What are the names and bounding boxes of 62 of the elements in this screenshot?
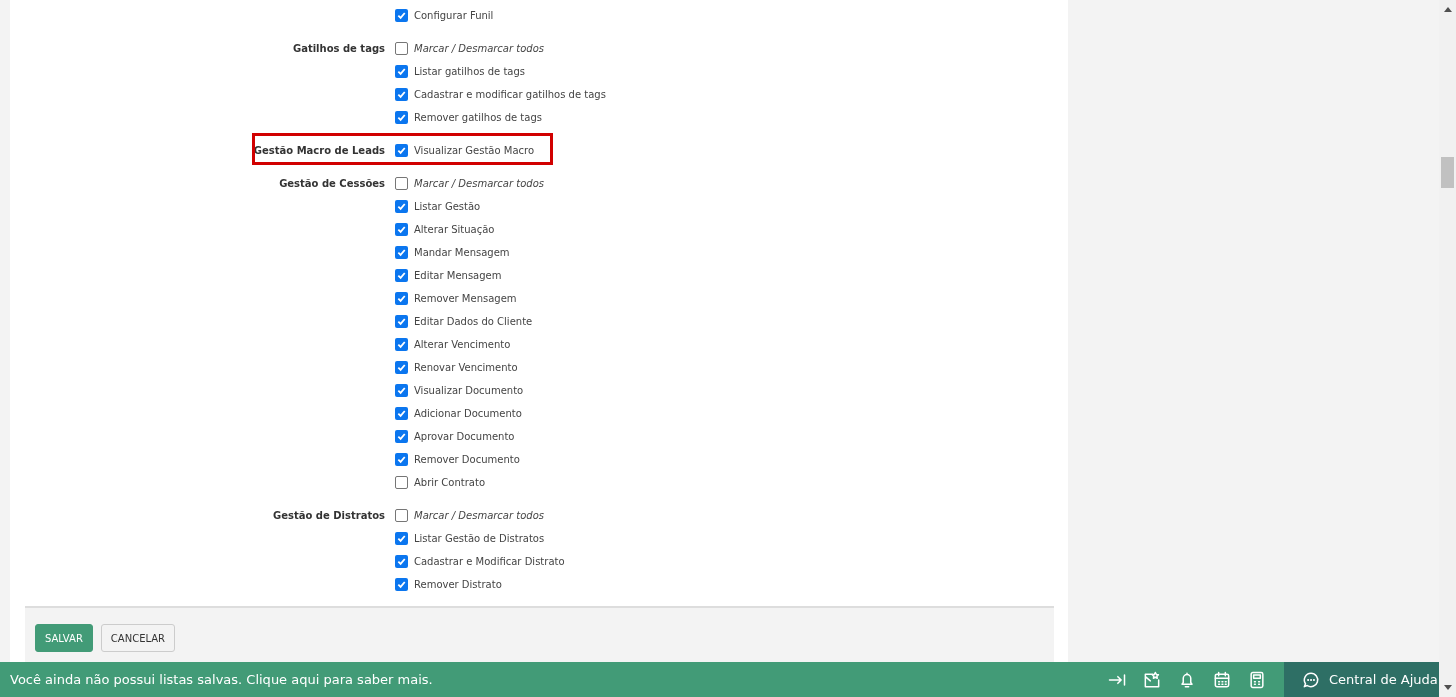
permission-label: Abrir Contrato: [414, 477, 485, 488]
permission-label: Remover Documento: [414, 454, 520, 465]
permission-label: Editar Mensagem: [414, 270, 502, 281]
checkbox[interactable]: [395, 269, 408, 282]
checkbox[interactable]: [395, 144, 408, 157]
permission-label: Configurar Funil: [414, 10, 494, 21]
checkbox[interactable]: [395, 111, 408, 124]
group-label: Gestão de Distratos: [273, 510, 385, 521]
permission-label: Visualizar Gestão Macro: [414, 145, 535, 156]
permission-label: Remover gatilhos de tags: [414, 112, 542, 123]
permission-label: Visualizar Documento: [414, 385, 524, 396]
permission-label: Adicionar Documento: [414, 408, 522, 419]
checkbox[interactable]: [395, 509, 408, 522]
checkbox[interactable]: [395, 292, 408, 305]
mail-star-icon[interactable]: [1142, 669, 1162, 690]
cancel-button[interactable]: CANCELAR: [100, 624, 176, 652]
checkbox[interactable]: [395, 453, 408, 466]
permission-label: Alterar Vencimento: [414, 339, 511, 350]
checkbox[interactable]: [395, 42, 408, 55]
scroll-down-icon[interactable]: [1443, 685, 1452, 690]
permission-label: Remover Mensagem: [414, 293, 517, 304]
permission-label: Remover Distrato: [414, 579, 502, 590]
toggle-all-label: Marcar / Desmarcar todos: [414, 43, 544, 54]
group-label: Gatilhos de tags: [292, 43, 385, 54]
permission-label: Editar Dados do Cliente: [414, 316, 533, 327]
checkbox[interactable]: [395, 338, 408, 351]
checkbox[interactable]: [395, 476, 408, 489]
permission-label: Listar Gestão de Distratos: [414, 533, 545, 544]
permission-label: Alterar Situação: [414, 224, 495, 235]
checkbox[interactable]: [395, 407, 408, 420]
checkbox[interactable]: [395, 246, 408, 259]
scroll-up-icon[interactable]: [1443, 7, 1452, 12]
scroll-thumb[interactable]: [1441, 157, 1454, 188]
checkbox[interactable]: [395, 88, 408, 101]
permission-label: Mandar Mensagem: [414, 247, 510, 258]
checkbox[interactable]: [395, 177, 408, 190]
toggle-all-label: Marcar / Desmarcar todos: [414, 510, 544, 521]
group-label: Gestão Macro de Leads: [253, 145, 385, 156]
help-center-button[interactable]: Central de Ajuda: [1284, 662, 1439, 697]
permission-label: Cadastrar e Modificar Distrato: [414, 556, 565, 567]
checkbox[interactable]: [395, 315, 408, 328]
checkbox[interactable]: [395, 200, 408, 213]
permission-label: Aprovar Documento: [414, 431, 515, 442]
calculator-icon[interactable]: [1247, 669, 1267, 690]
permission-label: Renovar Vencimento: [414, 362, 518, 373]
checkbox[interactable]: [395, 223, 408, 236]
toggle-all-label: Marcar / Desmarcar todos: [414, 178, 544, 189]
group-label: Gestão de Cessões: [279, 178, 385, 189]
checkbox[interactable]: [395, 65, 408, 78]
permission-label: Listar gatilhos de tags: [414, 66, 525, 77]
saved-lists-message[interactable]: Você ainda não possui listas salvas. Clique aqui para saber mais.: [0, 672, 1107, 687]
permission-label: Cadastrar e modificar gatilhos de tags: [414, 89, 606, 100]
checkbox[interactable]: [395, 361, 408, 374]
checkbox[interactable]: [395, 9, 408, 22]
checkbox[interactable]: [395, 578, 408, 591]
save-button[interactable]: SALVAR: [35, 624, 93, 652]
permission-label: Listar Gestão: [414, 201, 481, 212]
checkbox[interactable]: [395, 555, 408, 568]
checkbox[interactable]: [395, 430, 408, 443]
checkbox[interactable]: [395, 532, 408, 545]
calendar-icon[interactable]: [1212, 669, 1232, 690]
checkbox[interactable]: [395, 384, 408, 397]
